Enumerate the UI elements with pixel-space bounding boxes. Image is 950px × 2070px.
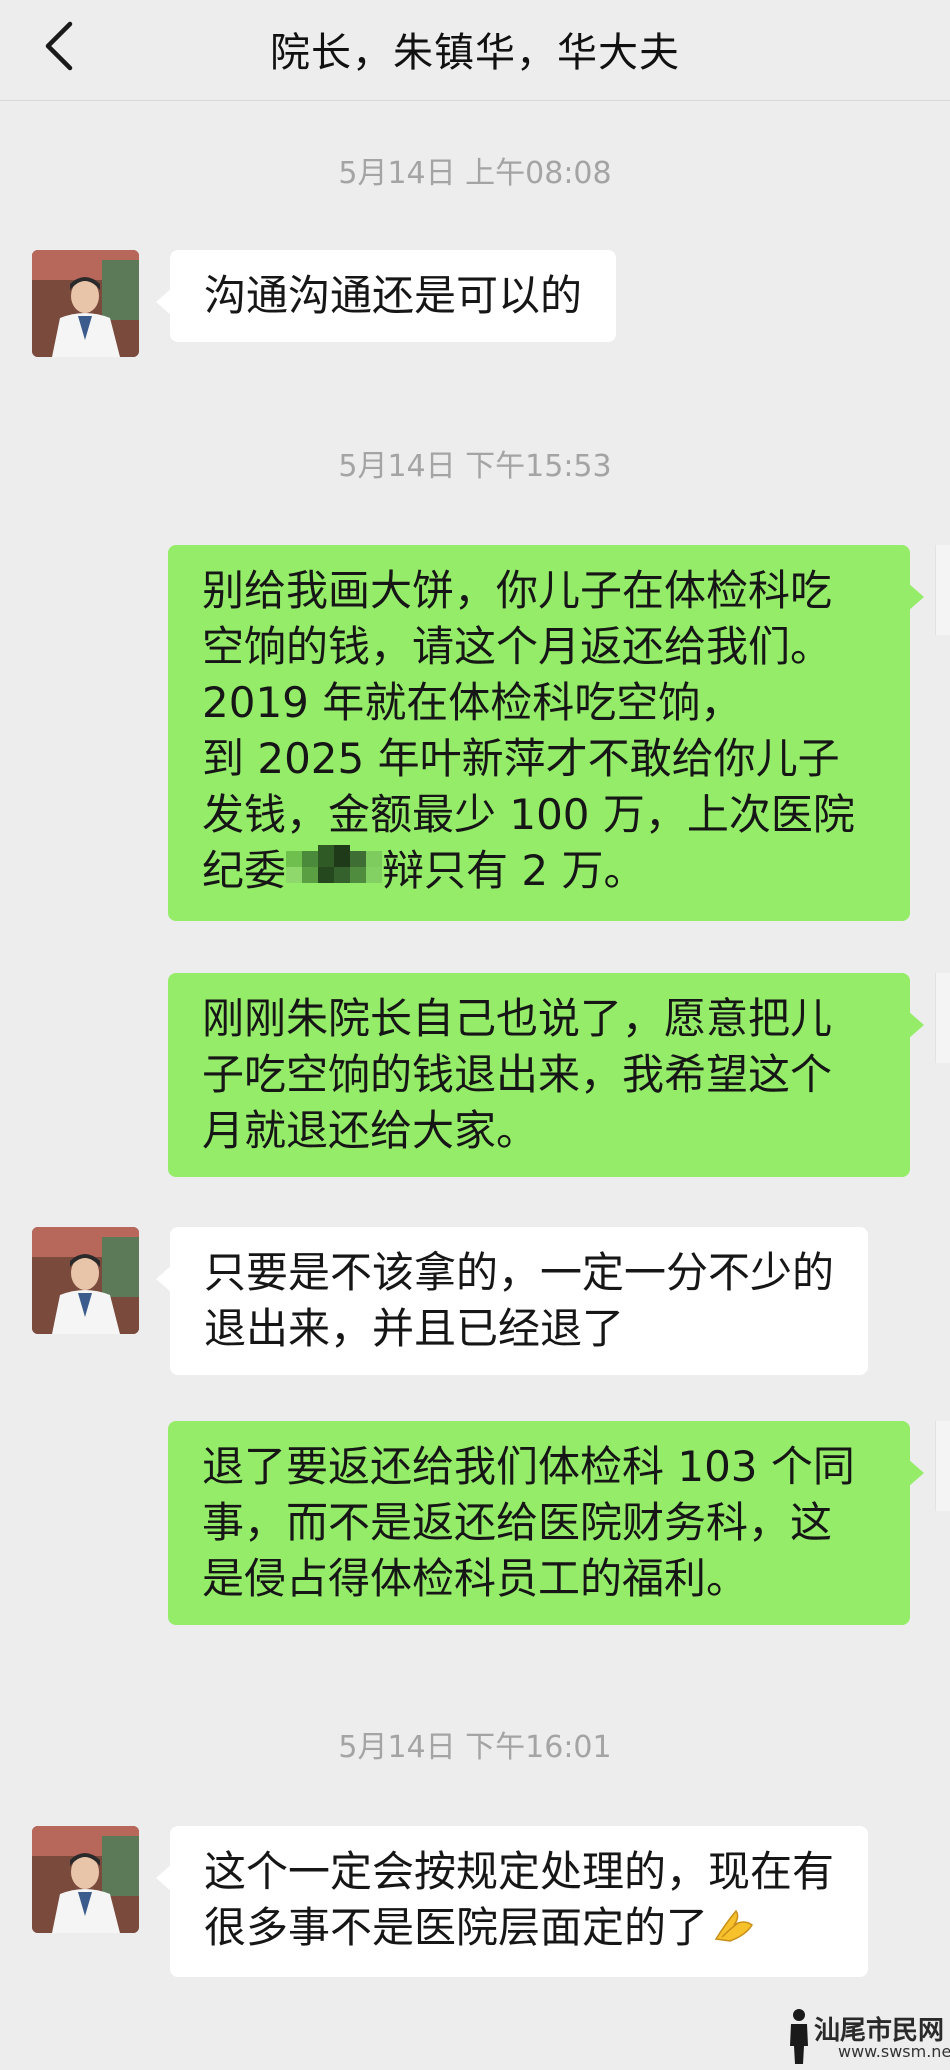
message-text: 纪委 [202,846,287,895]
mosaic-redaction [286,844,383,903]
message-text: 发钱，金额最少 100 万，上次医院 [202,790,855,839]
clipped-avatar [935,1421,950,1511]
message-text: 2019 年就在体检科吃空饷， [202,678,743,727]
message-text: 这个一定会按规定处理的，现在有 [204,1847,835,1896]
chat-title: 院长，朱镇华，华大夫 [270,30,680,76]
message-text: 很多事不是医院层面定的了 [204,1903,709,1952]
message-text: 退了要返还给我们体检科 103 个同 [202,1442,855,1491]
message-text: 沟通沟通还是可以的 [204,271,583,320]
message-text: 辩只有 2 万。 [382,846,646,895]
watermark: 汕尾市民网 www.swsm.net [786,2006,950,2066]
message-text: 别给我画大饼，你儿子在体检科吃 [202,566,833,615]
message-text: 事，而不是返还给医院财务科，这 [202,1498,833,1547]
watermark-url: www.swsm.net [838,2042,950,2061]
message-text: 子吃空饷的钱退出来，我希望这个 [202,1050,833,1099]
message-bubble-incoming[interactable]: 沟通沟通还是可以的 [155,250,617,342]
message-text: 是侵占得体检科员工的福利。 [202,1554,749,1603]
clipped-avatar [935,973,950,1063]
bowing-hands-icon [712,1903,756,1959]
message-text: 空饷的钱，请这个月返还给我们。 [202,622,833,671]
message-text: 到 2025 年叶新萍才不敢给你儿子 [202,734,840,783]
avatar[interactable] [32,1227,139,1334]
message-bubble-incoming[interactable]: 这个一定会按规定处理的，现在有 很多事不是医院层面定的了 [155,1826,869,1977]
clipped-avatar [935,545,950,635]
person-silhouette-icon [790,2009,808,2064]
message-text: 刚刚朱院长自己也说了，愿意把儿 [202,994,833,1043]
message-bubble-incoming[interactable]: 只要是不该拿的，一定一分不少的 退出来，并且已经退了 [155,1227,869,1375]
message-line-redacted: 纪委 辩只有 2 万。 [202,843,876,903]
message-line-with-emoji: 很多事不是医院层面定的了 [204,1900,834,1959]
timestamp: 5月14日 下午16:01 [338,1730,612,1765]
message-text: 只要是不该拿的，一定一分不少的 [204,1248,835,1297]
avatar[interactable] [32,250,139,357]
message-bubble-outgoing[interactable]: 退了要返还给我们体检科 103 个同 事，而不是返还给医院财务科，这 是侵占得体… [168,1421,924,1625]
avatar[interactable] [32,1826,139,1933]
message-text: 退出来，并且已经退了 [204,1304,625,1353]
message-bubble-outgoing[interactable]: 刚刚朱院长自己也说了，愿意把儿 子吃空饷的钱退出来，我希望这个 月就退还给大家。 [168,973,924,1177]
chat-header: 院长，朱镇华，华大夫 [0,0,950,101]
timestamp: 5月14日 上午08:08 [338,156,612,191]
timestamp: 5月14日 下午15:53 [338,449,612,484]
message-text: 月就退还给大家。 [202,1106,539,1155]
message-bubble-outgoing[interactable]: 别给我画大饼，你儿子在体检科吃 空饷的钱，请这个月返还给我们。 2019 年就在… [168,545,924,921]
